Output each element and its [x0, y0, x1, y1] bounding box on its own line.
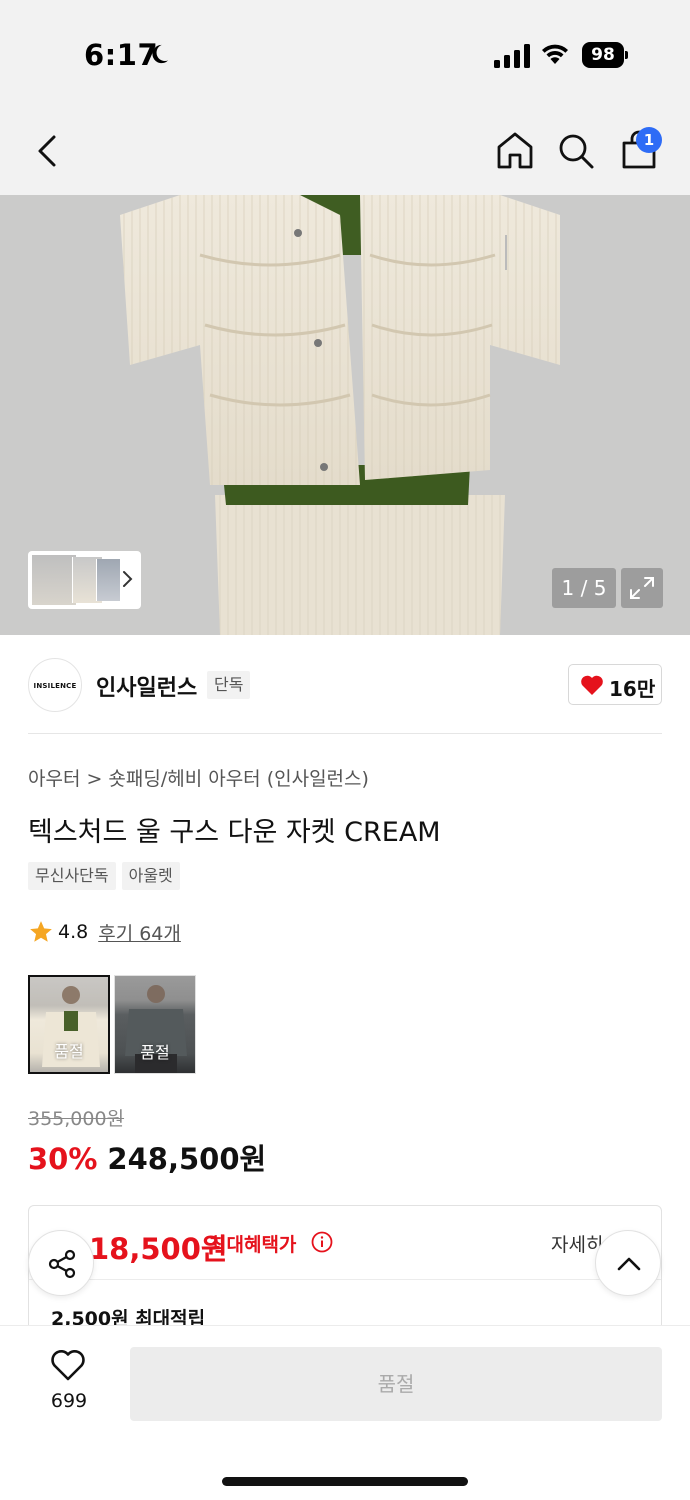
sale-price: 248,500원	[107, 1142, 267, 1176]
wifi-icon	[542, 44, 568, 64]
share-icon	[48, 1249, 76, 1279]
home-icon[interactable]	[494, 129, 536, 171]
product-title: 텍스처드 울 구스 다운 자켓 CREAM	[28, 817, 441, 848]
original-price: 355,000원	[28, 1108, 125, 1130]
share-button[interactable]	[28, 1230, 94, 1296]
color-option-charcoal[interactable]: 품절	[114, 975, 196, 1074]
rating-score: 4.8	[58, 921, 89, 943]
star-icon	[30, 921, 52, 942]
product-tag: 무신사단독	[28, 862, 116, 890]
soldout-purchase-button[interactable]: 품절	[130, 1347, 662, 1421]
top-nav	[0, 105, 690, 195]
battery-level: 98	[582, 42, 624, 68]
product-rating: 4.8 후기 64개	[28, 917, 181, 947]
brand-name[interactable]: 인사일런스	[96, 670, 197, 702]
status-bar: 6:17 98	[0, 0, 690, 105]
color-option-cream[interactable]: 품절	[28, 975, 110, 1074]
battery-tip	[625, 51, 628, 59]
info-icon[interactable]	[311, 1231, 333, 1253]
soldout-label: 품절	[54, 1042, 84, 1061]
battery-indicator: 98	[582, 42, 628, 68]
expand-icon	[630, 577, 654, 599]
product-tag: 아울렛	[121, 862, 180, 890]
bottom-action-bar: 699 품절	[0, 1325, 690, 1500]
wishlist-count: 699	[50, 1390, 88, 1412]
cart-count-badge: 1	[636, 127, 662, 153]
heart-outline-icon	[51, 1350, 85, 1381]
search-icon[interactable]	[556, 131, 596, 171]
review-count-link[interactable]: 후기 64개	[98, 919, 181, 946]
chevron-up-icon	[617, 1257, 641, 1271]
gallery-thumbnail	[32, 555, 76, 605]
brand-like-count: 16만	[609, 677, 656, 701]
image-counter: 1 / 5	[552, 568, 616, 608]
gallery-thumbnail-strip[interactable]	[28, 551, 141, 609]
moon-icon	[152, 44, 169, 64]
home-indicator	[222, 1477, 468, 1486]
max-benefit-label: 최대혜택가	[209, 1234, 297, 1256]
cellular-signal-icon	[494, 44, 530, 68]
gallery-thumbnail	[96, 559, 120, 601]
divider	[29, 1279, 661, 1280]
price-row: 30% 248,500원	[28, 1136, 266, 1178]
back-arrow-icon[interactable]	[30, 131, 66, 171]
scroll-to-top-button[interactable]	[595, 1230, 661, 1296]
breadcrumb-item[interactable]: 아우터	[28, 768, 80, 790]
brand-like-button[interactable]: 16만	[568, 664, 662, 705]
exclusive-badge: 단독	[207, 671, 251, 699]
breadcrumb-separator: >	[86, 768, 103, 790]
brand-logo[interactable]: INSILENCE	[28, 658, 82, 712]
fullscreen-button[interactable]	[621, 568, 663, 608]
soldout-label: 품절	[140, 1043, 170, 1062]
wishlist-button[interactable]: 699	[38, 1348, 100, 1418]
breadcrumb-item[interactable]: 숏패딩/헤비 아우터 (인사일런스)	[108, 768, 369, 790]
discount-rate: 30%	[28, 1142, 98, 1176]
chevron-right-icon	[123, 571, 133, 587]
product-tags: 무신사단독 아울렛	[28, 862, 180, 890]
max-benefit-price: 18,500원	[89, 1232, 228, 1266]
heart-filled-icon	[581, 675, 603, 695]
breadcrumb: 아우터 > 숏패딩/헤비 아우터 (인사일런스)	[28, 764, 369, 791]
divider	[28, 733, 662, 734]
